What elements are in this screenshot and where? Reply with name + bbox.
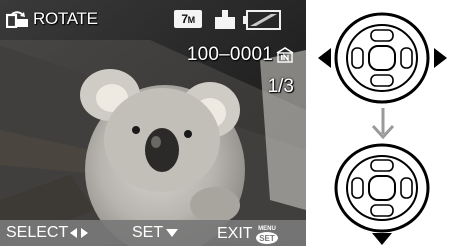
aspect-ratio-icon <box>215 10 235 29</box>
rotate-mode-title: ROTATE <box>6 8 98 30</box>
bottom-guide-bar: SELECT SET EXIT MENU SET <box>0 220 306 246</box>
menu-set-key-icon: MENU SET <box>255 226 278 244</box>
right-triangle-icon <box>434 48 447 68</box>
exit-label: EXIT <box>217 225 253 242</box>
down-arrow-icon <box>371 108 395 140</box>
file-number: 100–0001 <box>187 44 294 66</box>
exit-key-bottom-label: SET <box>259 234 275 243</box>
koala-photo <box>0 0 306 246</box>
left-triangle-icon <box>318 48 331 68</box>
cursor-dial-left-right <box>318 12 447 104</box>
exit-key-top-label: MENU <box>258 226 276 232</box>
resolution-unit: M <box>187 15 196 25</box>
set-hint: SET <box>132 224 179 242</box>
file-number-text: 100–0001 <box>186 44 273 65</box>
cursor-dial-down <box>334 143 430 245</box>
select-hint: SELECT <box>6 224 89 242</box>
screen-title: ROTATE <box>33 9 98 28</box>
camera-lcd-screen: ROTATE 7M 100–0001 1/3 SELECT SET EXIT M… <box>0 0 306 246</box>
in-folder-icon <box>276 47 294 63</box>
battery-icon <box>243 10 281 30</box>
resolution-badge: 7M <box>174 10 202 28</box>
rotate-icon <box>6 11 28 28</box>
set-label: SET <box>132 224 164 241</box>
image-count: 1/3 <box>267 76 294 97</box>
exit-hint: EXIT MENU SET <box>217 224 279 244</box>
down-triangle-icon <box>166 229 179 237</box>
select-label: SELECT <box>6 224 69 241</box>
left-right-arrows-icon <box>70 228 89 238</box>
down-triangle-indicator-icon <box>372 233 392 245</box>
